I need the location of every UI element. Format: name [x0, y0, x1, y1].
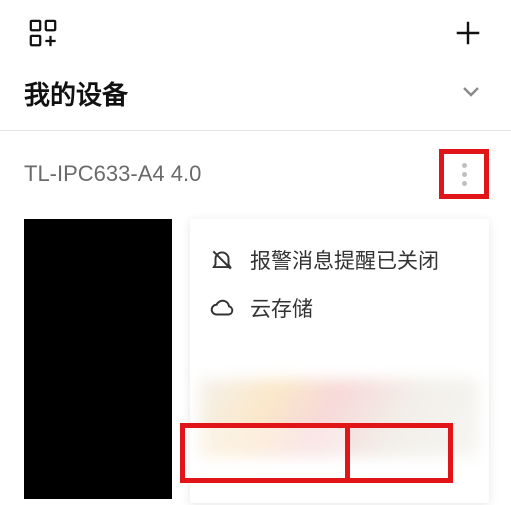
top-bar	[0, 0, 511, 61]
device-header: TL-IPC633-A4 4.0	[24, 149, 489, 199]
chevron-down-icon[interactable]	[459, 79, 483, 108]
highlight-box	[180, 423, 453, 483]
menu-item-alert[interactable]: 报警消息提醒已关闭	[206, 237, 473, 289]
device-card: TL-IPC633-A4 4.0 报警消息提醒已关闭	[0, 131, 511, 503]
more-vertical-icon[interactable]	[462, 163, 467, 186]
device-more-highlight	[439, 149, 489, 199]
section-header[interactable]: 我的设备	[0, 61, 511, 131]
device-name: TL-IPC633-A4 4.0	[24, 161, 201, 187]
device-body: 报警消息提醒已关闭 云存储	[24, 219, 489, 503]
menu-item-label: 报警消息提醒已关闭	[250, 245, 439, 275]
highlight-segment	[180, 423, 350, 483]
device-thumbnail[interactable]	[24, 219, 172, 499]
device-menu-popover: 报警消息提醒已关闭 云存储	[190, 219, 489, 503]
grid-add-icon[interactable]	[28, 18, 58, 53]
section-title: 我的设备	[24, 75, 128, 112]
menu-item-label: 云存储	[250, 293, 313, 323]
menu-item-cloud[interactable]: 云存储	[206, 289, 473, 337]
add-device-icon[interactable]	[453, 18, 483, 53]
cloud-icon	[208, 295, 236, 321]
bell-off-icon	[208, 247, 236, 273]
highlight-segment	[345, 423, 453, 483]
